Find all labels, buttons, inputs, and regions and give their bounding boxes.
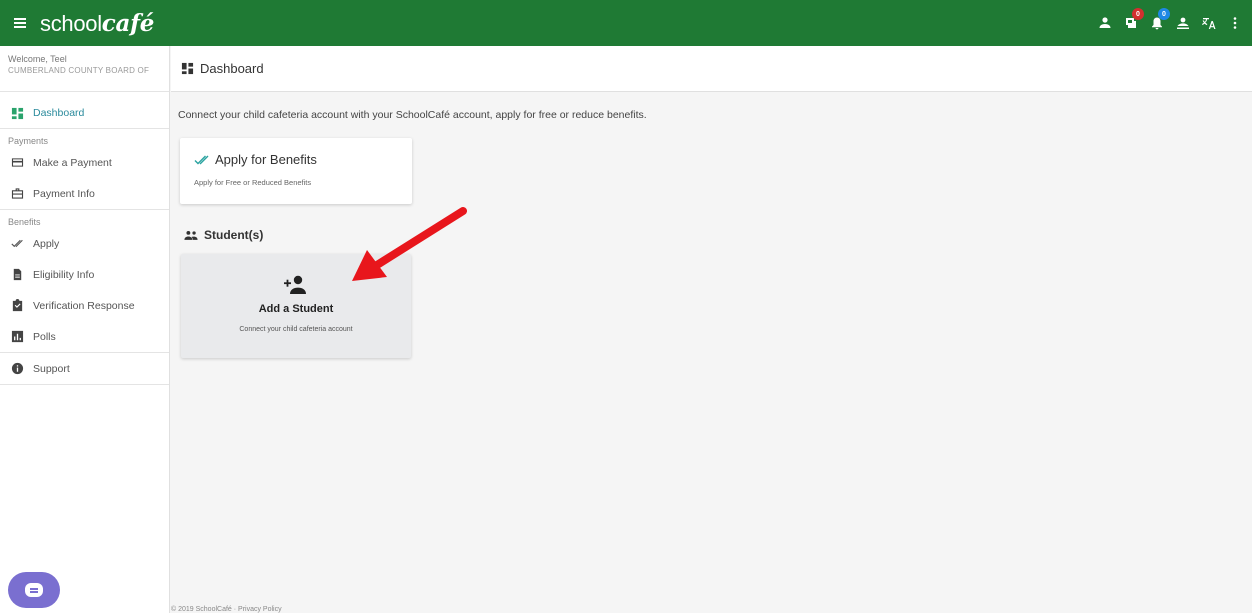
add-student-title: Add a Student — [258, 303, 334, 315]
person-icon[interactable] — [1098, 16, 1112, 30]
double-check-icon — [194, 155, 209, 164]
district-name: CUMBERLAND COUNTY BOARD OF — [8, 66, 150, 75]
messages-icon[interactable]: 0 — [1124, 8, 1144, 30]
clipboard-check-icon — [12, 299, 23, 312]
intro-text: Connect your child cafeteria account wit… — [178, 109, 647, 121]
sidebar-item-label: Verification Response — [33, 299, 135, 312]
sidebar: Welcome, Teel CUMBERLAND COUNTY BOARD OF… — [0, 46, 170, 613]
person-add-icon — [283, 274, 309, 296]
sidebar-item-payment-info[interactable]: Payment Info — [0, 178, 169, 209]
translate-icon[interactable] — [1202, 16, 1216, 30]
sidebar-item-label: Eligibility Info — [33, 268, 95, 281]
sidebar-item-make-payment[interactable]: Make a Payment — [0, 147, 169, 178]
dashboard-icon — [181, 62, 194, 75]
add-student-subtitle: Connect your child cafeteria account — [239, 326, 353, 333]
double-check-icon — [11, 239, 23, 248]
page-title: Dashboard — [200, 61, 264, 76]
more-vert-icon[interactable] — [1228, 16, 1242, 30]
chat-button[interactable] — [8, 572, 60, 608]
info-icon — [11, 362, 24, 375]
apply-benefits-card[interactable]: Apply for Benefits Apply for Free or Red… — [180, 138, 412, 204]
welcome-block: Welcome, Teel CUMBERLAND COUNTY BOARD OF — [0, 46, 169, 92]
students-heading: Student(s) — [184, 228, 263, 242]
sidebar-item-polls[interactable]: Polls — [0, 321, 169, 352]
annotation-arrow — [352, 207, 467, 281]
briefcase-icon — [11, 188, 24, 199]
people-icon — [184, 230, 198, 240]
welcome-text: Welcome, Teel — [8, 54, 67, 64]
notifications-badge: 0 — [1158, 8, 1170, 20]
logo-text-cafe: café — [101, 9, 155, 37]
messages-badge: 0 — [1132, 8, 1144, 20]
page-header: Dashboard — [171, 46, 1252, 92]
chat-icon — [25, 583, 43, 597]
notifications-icon[interactable]: 0 — [1150, 8, 1170, 30]
students-heading-text: Student(s) — [204, 228, 264, 242]
section-label-payments: Payments — [8, 136, 49, 146]
document-icon — [13, 268, 22, 281]
schoolcafe-logo[interactable]: school café — [40, 10, 154, 37]
logo-text-school: school — [40, 10, 102, 36]
sidebar-item-label: Make a Payment — [33, 156, 112, 169]
top-app-bar: school café 0 0 — [0, 0, 1252, 46]
credit-card-icon — [11, 158, 24, 167]
sidebar-item-label: Payment Info — [33, 187, 95, 200]
sidebar-item-support[interactable]: Support — [0, 353, 169, 384]
sidebar-item-eligibility-info[interactable]: Eligibility Info — [0, 259, 169, 290]
divider — [0, 384, 169, 385]
hamburger-icon — [14, 22, 26, 24]
benefit-card-subtitle: Apply for Free or Reduced Benefits — [194, 178, 312, 187]
sidebar-item-apply[interactable]: Apply — [0, 228, 169, 259]
benefit-card-title: Apply for Benefits — [215, 152, 317, 167]
sidebar-item-verification-response[interactable]: Verification Response — [0, 290, 169, 321]
account-switch-icon[interactable] — [1176, 16, 1190, 30]
section-label-benefits: Benefits — [8, 217, 41, 227]
dashboard-icon — [11, 107, 24, 119]
sidebar-item-label: Support — [33, 362, 70, 375]
top-icons: 0 0 — [1098, 0, 1242, 46]
poll-icon — [11, 330, 24, 343]
menu-button[interactable] — [0, 0, 40, 46]
sidebar-item-label: Polls — [33, 330, 56, 343]
sidebar-item-label: Dashboard — [33, 107, 85, 119]
sidebar-item-label: Apply — [33, 237, 60, 250]
footer-text: © 2019 SchoolCafé · Privacy Policy — [171, 606, 282, 613]
sidebar-item-dashboard[interactable]: Dashboard — [0, 98, 169, 129]
benefit-card-title-row: Apply for Benefits — [194, 152, 412, 167]
